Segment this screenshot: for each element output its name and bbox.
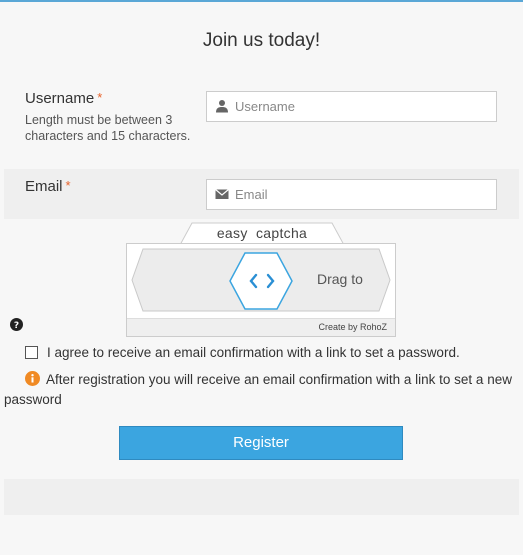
top-border — [0, 0, 523, 2]
email-label-text: Email — [25, 178, 63, 195]
register-button[interactable]: Register — [119, 426, 403, 460]
info-message: After registration you will receive an e… — [4, 372, 512, 407]
agree-checkbox[interactable] — [25, 346, 38, 359]
drag-to-label: Drag to — [317, 271, 363, 287]
captcha-title: easy captcha — [216, 225, 308, 241]
captcha-credit: Create by RohoZ — [127, 318, 395, 336]
username-input[interactable] — [235, 92, 490, 121]
username-label: Username * — [25, 90, 102, 107]
username-help-text: Length must be between 3 characters and … — [25, 113, 191, 143]
envelope-icon — [215, 189, 229, 199]
agree-label[interactable]: I agree to receive an email confirmation… — [47, 345, 460, 360]
email-field-wrap — [206, 179, 497, 210]
user-icon — [216, 100, 228, 113]
captcha-slider-handle[interactable] — [229, 252, 293, 310]
email-label: Email * — [25, 178, 71, 195]
question-circle-icon[interactable]: ? — [10, 318, 23, 331]
footer-bar — [4, 479, 519, 515]
svg-text:?: ? — [14, 321, 19, 331]
page-title: Join us today! — [202, 30, 321, 51]
email-input[interactable] — [235, 180, 490, 209]
username-row: Username * Length must be between 3 chara… — [0, 82, 523, 168]
email-row: Email * — [4, 169, 519, 219]
username-label-text: Username — [25, 90, 95, 107]
info-circle-icon — [25, 371, 40, 386]
required-mark: * — [65, 178, 71, 193]
required-mark: * — [97, 90, 103, 105]
captcha-widget: Drag to Create by RohoZ — [126, 243, 396, 337]
username-field-wrap — [206, 91, 497, 122]
